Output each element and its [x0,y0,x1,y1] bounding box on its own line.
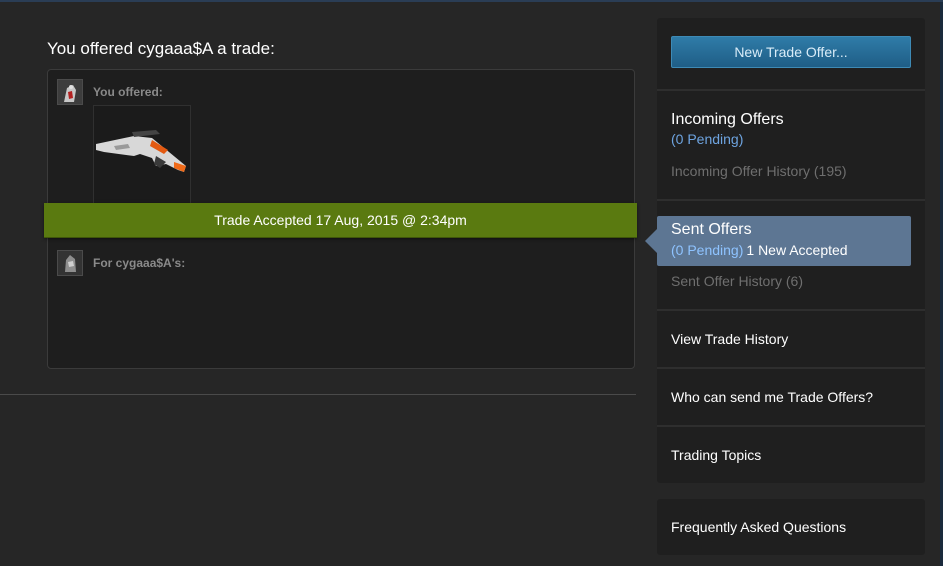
active-pointer-icon [645,229,657,253]
who-can-send-offers-link[interactable]: Who can send me Trade Offers? [671,389,873,405]
sidebar-separator [657,309,925,311]
user-avatar-icon[interactable] [57,79,83,105]
sidebar-separator [657,199,925,201]
sent-pending-count: (0 Pending) 1 New Accepted [671,242,848,258]
incoming-offer-history-link[interactable]: Incoming Offer History (195) [671,163,847,179]
sidebar-separator [657,367,925,369]
partner-avatar-icon[interactable] [57,250,83,276]
trade-accepted-banner: Trade Accepted 17 Aug, 2015 @ 2:34pm [44,203,637,238]
faq-link[interactable]: Frequently Asked Questions [671,519,846,535]
sent-pending-text[interactable]: (0 Pending) [671,242,743,258]
sidebar-separator [657,425,925,427]
trade-sidebar: New Trade Offer... Incoming Offers (0 Pe… [645,18,925,483]
sent-offer-history-link[interactable]: Sent Offer History (6) [671,273,803,289]
new-accepted-count[interactable]: 1 New Accepted [746,242,847,258]
view-trade-history-link[interactable]: View Trade History [671,331,788,347]
trading-topics-link[interactable]: Trading Topics [671,447,761,463]
trade-offers-page: You offered cygaaa$A a trade: You offere… [0,0,943,566]
incoming-offers-link[interactable]: Incoming Offers [671,111,784,129]
offer-title: You offered cygaaa$A a trade: [47,39,275,58]
rifle-item-icon [96,130,186,172]
faq-panel: Frequently Asked Questions [657,499,925,555]
you-offered-label: You offered: [93,85,163,99]
for-partner-label: For cygaaa$A's: [93,256,186,270]
incoming-pending-count[interactable]: (0 Pending) [671,131,743,147]
offered-item-slot[interactable] [93,105,191,205]
sent-offers-link[interactable]: Sent Offers [671,221,752,239]
sidebar-separator [657,89,925,91]
section-divider [0,394,636,395]
sent-offers-active-item[interactable]: Sent Offers (0 Pending) 1 New Accepted [645,216,911,266]
new-trade-offer-button[interactable]: New Trade Offer... [671,36,911,68]
